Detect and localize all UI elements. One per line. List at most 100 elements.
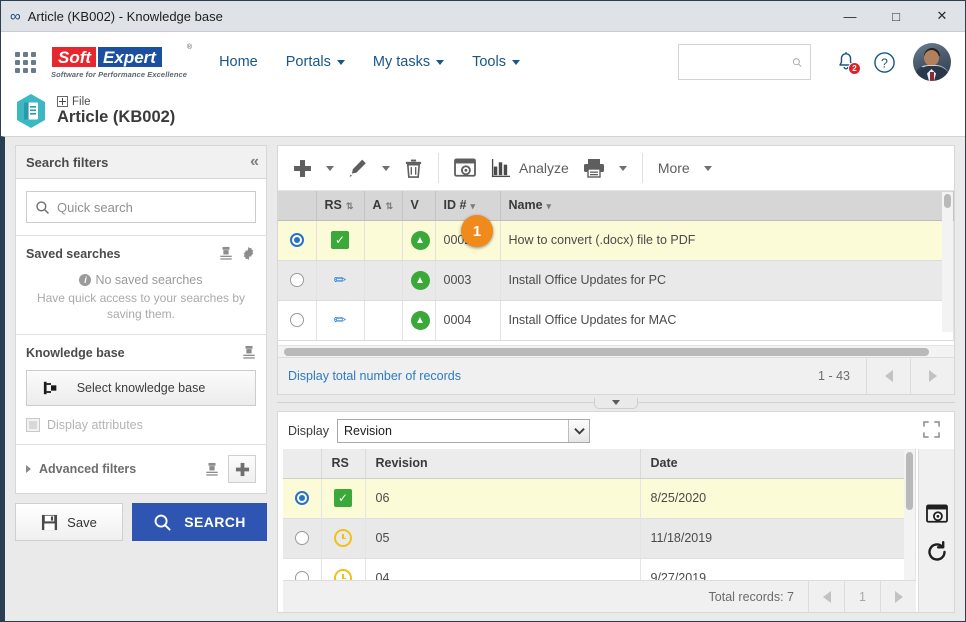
revision-vertical-scrollbar[interactable] [904, 450, 915, 580]
next-page-icon[interactable] [910, 358, 954, 394]
row-radio[interactable] [294, 531, 309, 546]
nav-item-portals[interactable]: Portals [272, 48, 359, 76]
display-attributes-row[interactable]: Display attributes [26, 418, 256, 433]
list-item[interactable]: 04 9/27/2019 [283, 558, 916, 580]
row-select-cell[interactable] [283, 518, 322, 559]
add-dropdown-caret[interactable] [326, 165, 334, 171]
prev-page-icon[interactable] [866, 358, 910, 394]
clear-filter-icon[interactable] [219, 246, 233, 261]
grid-vertical-scrollbar[interactable] [942, 192, 953, 332]
col-name[interactable]: Name ▾ [500, 191, 954, 221]
plus-icon [235, 462, 249, 476]
revision-vscroll-thumb[interactable] [906, 452, 913, 510]
row-select-cell[interactable] [278, 300, 317, 341]
grid-apps-icon[interactable] [11, 48, 39, 76]
expand-plus-icon[interactable] [57, 96, 68, 108]
print-dropdown-caret[interactable] [618, 165, 627, 171]
search-button[interactable]: SEARCH [132, 503, 267, 542]
col-rs[interactable]: RS [321, 449, 366, 479]
logo-part-expert: Expert [97, 45, 163, 68]
close-icon[interactable]: ✕ [919, 1, 965, 31]
chevron-double-left-icon[interactable]: « [250, 154, 259, 170]
pane-splitter[interactable] [277, 395, 955, 411]
help-icon: ? [873, 51, 895, 73]
display-attributes-checkbox[interactable] [26, 418, 40, 433]
plus-icon [294, 159, 311, 177]
col-date[interactable]: Date [640, 449, 916, 479]
quick-search-input[interactable] [57, 199, 247, 215]
row-select-cell[interactable] [278, 260, 317, 301]
analyze-button[interactable]: Analyze [483, 151, 576, 185]
row-radio[interactable] [289, 313, 304, 328]
header-actions: 2 ? [678, 43, 951, 81]
row-radio[interactable] [289, 273, 304, 288]
print-button[interactable] [576, 151, 612, 185]
splitter-handle[interactable] [594, 397, 638, 409]
col-revision[interactable]: Revision [365, 449, 641, 479]
prev-page-icon[interactable] [808, 581, 844, 612]
grid-horizontal-scrollbar[interactable] [278, 345, 954, 357]
preview-button[interactable] [447, 151, 483, 185]
next-page-icon[interactable] [880, 581, 916, 612]
yellow-clock-icon [334, 529, 352, 547]
grid-vscroll-thumb[interactable] [944, 194, 951, 208]
col-a[interactable]: A ⇅ [364, 191, 403, 221]
list-item[interactable]: ✓ 06 8/25/2020 [283, 478, 916, 519]
analyze-label: Analyze [519, 160, 569, 176]
save-button[interactable]: Save [15, 503, 123, 542]
more-dropdown-caret[interactable] [703, 165, 712, 171]
clear-filter-icon[interactable] [205, 462, 219, 477]
notifications-button[interactable]: 2 [827, 43, 865, 81]
delete-button[interactable] [397, 151, 430, 185]
help-button[interactable]: ? [865, 43, 903, 81]
row-select-cell[interactable] [283, 478, 322, 519]
minimize-icon[interactable]: — [827, 1, 873, 31]
window-preview-icon[interactable] [925, 504, 948, 527]
select-knowledge-base-button[interactable]: Select knowledge base [26, 370, 256, 407]
col-v[interactable]: V [402, 191, 436, 221]
knowledge-base-header: Knowledge base [26, 345, 256, 360]
edit-dropdown-caret[interactable] [382, 165, 390, 171]
maximize-icon[interactable]: □ [873, 1, 919, 31]
clear-filter-icon[interactable] [242, 345, 256, 360]
row-date-cell: 9/27/2019 [640, 558, 916, 580]
col-rs[interactable]: RS ⇅ [316, 191, 365, 221]
quick-search-box[interactable] [26, 191, 256, 223]
row-revision-cell: 04 [365, 558, 641, 580]
nav-item-my-tasks[interactable]: My tasks [359, 48, 458, 76]
breadcrumb[interactable]: File [57, 96, 175, 108]
nav-item-tools[interactable]: Tools [458, 48, 534, 76]
search-input[interactable] [687, 54, 792, 70]
row-radio[interactable] [294, 491, 309, 506]
expand-icon[interactable] [923, 420, 940, 441]
nav-item-home[interactable]: Home [205, 48, 272, 76]
display-select[interactable]: Revision [337, 418, 590, 443]
chevron-right-icon[interactable] [26, 465, 31, 474]
display-total-records-link[interactable]: Display total number of records [288, 369, 461, 383]
gear-icon[interactable] [241, 246, 256, 261]
window-titlebar: ∞ Article (KB002) - Knowledge base — □ ✕ [1, 1, 965, 32]
revision-grid-col: RS Revision Date ✓ 06 8/25/2020 05 11/18… [283, 449, 916, 612]
page-number[interactable]: 1 [844, 581, 880, 612]
global-search[interactable] [678, 44, 811, 80]
more-button[interactable]: More [651, 151, 697, 185]
row-radio[interactable] [289, 233, 304, 248]
grid-hscroll-thumb[interactable] [284, 348, 929, 356]
row-radio[interactable] [294, 571, 309, 580]
col-id[interactable]: ID # ▾ [435, 191, 501, 221]
add-filter-button[interactable] [228, 455, 256, 484]
add-button[interactable] [286, 151, 319, 185]
edit-button[interactable] [341, 151, 375, 185]
table-row[interactable]: ✏ ▲ 0004 Install Office Updates for MAC [278, 300, 954, 341]
chevron-down-icon[interactable] [568, 419, 589, 442]
refresh-icon[interactable] [926, 541, 948, 566]
row-select-cell[interactable] [278, 220, 317, 261]
avatar[interactable] [913, 43, 951, 81]
list-item[interactable]: 05 11/18/2019 [283, 518, 916, 559]
table-row[interactable]: ✓ ▲ 0002 How to convert (.docx) file to … [278, 220, 954, 261]
no-saved-searches-label: No saved searches [95, 273, 203, 287]
row-select-cell[interactable] [283, 558, 322, 580]
advanced-filters-label[interactable]: Advanced filters [39, 462, 136, 476]
col-v-label: V [410, 198, 419, 213]
table-row[interactable]: ✏ ▲ 0003 Install Office Updates for PC [278, 260, 954, 301]
